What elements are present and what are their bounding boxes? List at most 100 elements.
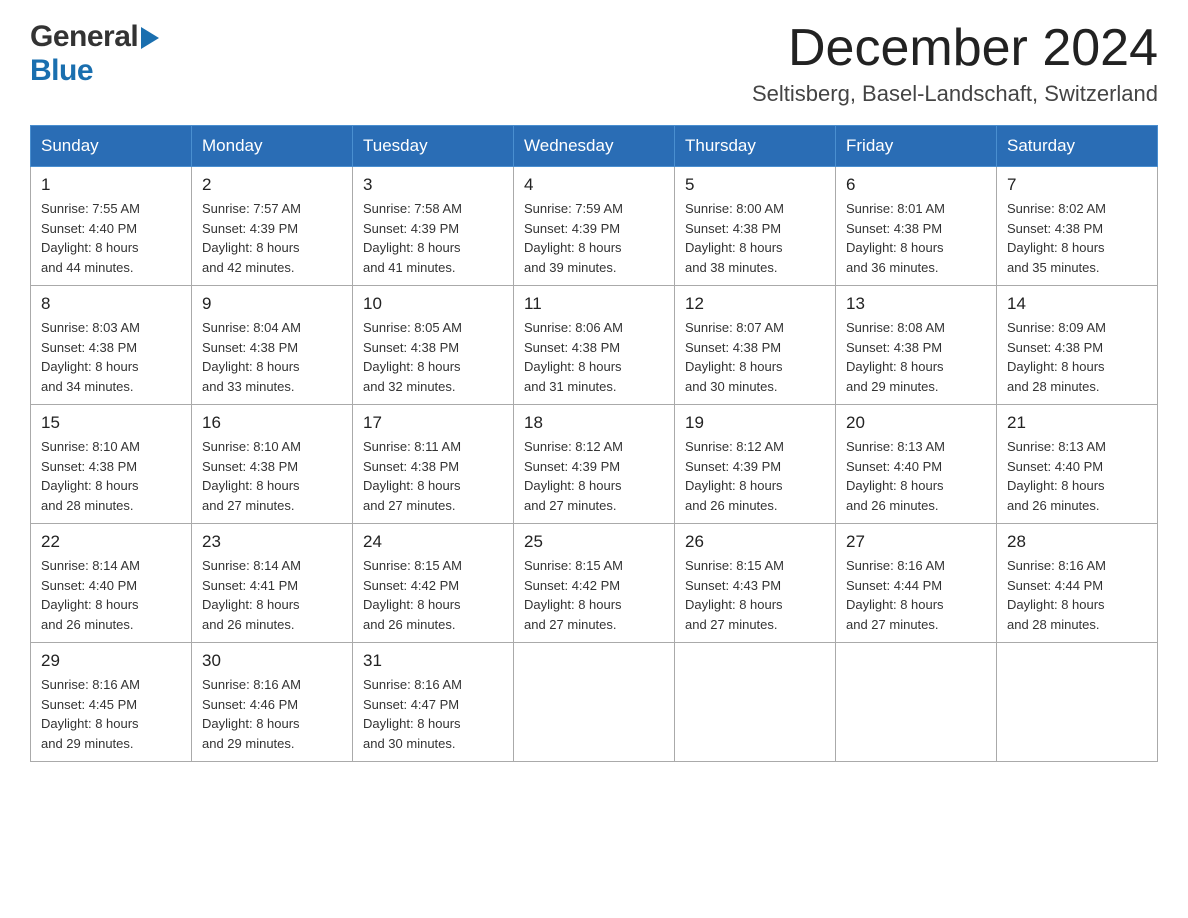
- day-info: Sunrise: 8:04 AMSunset: 4:38 PMDaylight:…: [202, 318, 342, 396]
- location-title: Seltisberg, Basel-Landschaft, Switzerlan…: [752, 81, 1158, 107]
- day-info: Sunrise: 8:01 AMSunset: 4:38 PMDaylight:…: [846, 199, 986, 277]
- day-number: 30: [202, 651, 342, 671]
- day-info: Sunrise: 8:08 AMSunset: 4:38 PMDaylight:…: [846, 318, 986, 396]
- day-number: 10: [363, 294, 503, 314]
- page-header: General Blue December 2024 Seltisberg, B…: [30, 20, 1158, 107]
- day-info: Sunrise: 7:58 AMSunset: 4:39 PMDaylight:…: [363, 199, 503, 277]
- month-title: December 2024: [752, 20, 1158, 77]
- day-number: 7: [1007, 175, 1147, 195]
- calendar-day-cell: 26Sunrise: 8:15 AMSunset: 4:43 PMDayligh…: [675, 524, 836, 643]
- calendar-day-cell: 20 Sunrise: 8:13 AMSunset: 4:40 PMDayligh…: [836, 405, 997, 524]
- day-info: Sunrise: 8:16 AMSunset: 4:46 PMDaylight:…: [202, 675, 342, 753]
- day-number: 21: [1007, 413, 1147, 433]
- logo-general-text: General: [30, 20, 138, 54]
- day-number: 25: [524, 532, 664, 552]
- day-number: 1: [41, 175, 181, 195]
- day-number: 8: [41, 294, 181, 314]
- calendar-body: 1 Sunrise: 7:55 AMSunset: 4:40 PMDaylight…: [31, 167, 1158, 762]
- calendar-day-cell: 27 Sunrise: 8:16 AMSunset: 4:44 PMDayligh…: [836, 524, 997, 643]
- day-info: Sunrise: 8:06 AMSunset: 4:38 PMDaylight:…: [524, 318, 664, 396]
- day-number: 3: [363, 175, 503, 195]
- day-of-week-header: Monday: [192, 126, 353, 167]
- calendar-day-cell: 10 Sunrise: 8:05 AMSunset: 4:38 PMDayligh…: [353, 286, 514, 405]
- calendar-header: SundayMondayTuesdayWednesdayThursdayFrid…: [31, 126, 1158, 167]
- day-number: 24: [363, 532, 503, 552]
- calendar-day-cell: 5Sunrise: 8:00 AMSunset: 4:38 PMDaylight…: [675, 167, 836, 286]
- day-of-week-header: Wednesday: [514, 126, 675, 167]
- calendar-day-cell: [514, 643, 675, 762]
- day-info: Sunrise: 8:11 AMSunset: 4:38 PMDaylight:…: [363, 437, 503, 515]
- logo-blue-text: Blue: [30, 54, 93, 87]
- day-info: Sunrise: 8:15 AMSunset: 4:42 PMDaylight:…: [363, 556, 503, 634]
- calendar-day-cell: 15 Sunrise: 8:10 AMSunset: 4:38 PMDayligh…: [31, 405, 192, 524]
- day-number: 29: [41, 651, 181, 671]
- day-info: Sunrise: 8:05 AMSunset: 4:38 PMDaylight:…: [363, 318, 503, 396]
- day-number: 16: [202, 413, 342, 433]
- day-number: 12: [685, 294, 825, 314]
- calendar-day-cell: 21 Sunrise: 8:13 AMSunset: 4:40 PMDayligh…: [997, 405, 1158, 524]
- day-of-week-header: Thursday: [675, 126, 836, 167]
- calendar-week-row: 1 Sunrise: 7:55 AMSunset: 4:40 PMDaylight…: [31, 167, 1158, 286]
- day-info: Sunrise: 7:57 AMSunset: 4:39 PMDaylight:…: [202, 199, 342, 277]
- day-of-week-header: Sunday: [31, 126, 192, 167]
- day-info: Sunrise: 8:07 AMSunset: 4:38 PMDaylight:…: [685, 318, 825, 396]
- calendar-day-cell: 11 Sunrise: 8:06 AMSunset: 4:38 PMDayligh…: [514, 286, 675, 405]
- day-number: 22: [41, 532, 181, 552]
- calendar-day-cell: 19Sunrise: 8:12 AMSunset: 4:39 PMDayligh…: [675, 405, 836, 524]
- calendar-day-cell: [836, 643, 997, 762]
- calendar-day-cell: 22Sunrise: 8:14 AMSunset: 4:40 PMDayligh…: [31, 524, 192, 643]
- day-number: 17: [363, 413, 503, 433]
- calendar-week-row: 29Sunrise: 8:16 AMSunset: 4:45 PMDayligh…: [31, 643, 1158, 762]
- day-number: 13: [846, 294, 986, 314]
- day-info: Sunrise: 8:12 AMSunset: 4:39 PMDaylight:…: [524, 437, 664, 515]
- day-info: Sunrise: 8:16 AMSunset: 4:44 PMDaylight:…: [846, 556, 986, 634]
- calendar-day-cell: 28 Sunrise: 8:16 AMSunset: 4:44 PMDayligh…: [997, 524, 1158, 643]
- day-number: 15: [41, 413, 181, 433]
- calendar-day-cell: 14Sunrise: 8:09 AMSunset: 4:38 PMDayligh…: [997, 286, 1158, 405]
- day-info: Sunrise: 7:59 AMSunset: 4:39 PMDaylight:…: [524, 199, 664, 277]
- calendar-day-cell: 6Sunrise: 8:01 AMSunset: 4:38 PMDaylight…: [836, 167, 997, 286]
- calendar-day-cell: 25 Sunrise: 8:15 AMSunset: 4:42 PMDayligh…: [514, 524, 675, 643]
- day-number: 27: [846, 532, 986, 552]
- day-info: Sunrise: 8:10 AMSunset: 4:38 PMDaylight:…: [41, 437, 181, 515]
- day-info: Sunrise: 8:15 AMSunset: 4:42 PMDaylight:…: [524, 556, 664, 634]
- day-info: Sunrise: 8:13 AMSunset: 4:40 PMDaylight:…: [1007, 437, 1147, 515]
- day-number: 31: [363, 651, 503, 671]
- day-number: 18: [524, 413, 664, 433]
- day-number: 23: [202, 532, 342, 552]
- day-info: Sunrise: 8:03 AMSunset: 4:38 PMDaylight:…: [41, 318, 181, 396]
- calendar-day-cell: 1 Sunrise: 7:55 AMSunset: 4:40 PMDaylight…: [31, 167, 192, 286]
- day-number: 14: [1007, 294, 1147, 314]
- calendar-day-cell: [675, 643, 836, 762]
- day-number: 5: [685, 175, 825, 195]
- day-number: 2: [202, 175, 342, 195]
- calendar-day-cell: 16 Sunrise: 8:10 AMSunset: 4:38 PMDayligh…: [192, 405, 353, 524]
- calendar-day-cell: 12 Sunrise: 8:07 AMSunset: 4:38 PMDayligh…: [675, 286, 836, 405]
- day-number: 19: [685, 413, 825, 433]
- calendar-day-cell: 4 Sunrise: 7:59 AMSunset: 4:39 PMDaylight…: [514, 167, 675, 286]
- calendar-day-cell: 7Sunrise: 8:02 AMSunset: 4:38 PMDaylight…: [997, 167, 1158, 286]
- day-info: Sunrise: 8:16 AMSunset: 4:44 PMDaylight:…: [1007, 556, 1147, 634]
- day-number: 11: [524, 294, 664, 314]
- calendar-day-cell: 31Sunrise: 8:16 AMSunset: 4:47 PMDayligh…: [353, 643, 514, 762]
- day-info: Sunrise: 8:15 AMSunset: 4:43 PMDaylight:…: [685, 556, 825, 634]
- calendar-day-cell: 29Sunrise: 8:16 AMSunset: 4:45 PMDayligh…: [31, 643, 192, 762]
- calendar-day-cell: 23Sunrise: 8:14 AMSunset: 4:41 PMDayligh…: [192, 524, 353, 643]
- logo-triangle-icon: [141, 27, 159, 49]
- calendar-day-cell: 24 Sunrise: 8:15 AMSunset: 4:42 PMDayligh…: [353, 524, 514, 643]
- calendar-table: SundayMondayTuesdayWednesdayThursdayFrid…: [30, 125, 1158, 762]
- calendar-day-cell: 30 Sunrise: 8:16 AMSunset: 4:46 PMDayligh…: [192, 643, 353, 762]
- day-info: Sunrise: 8:10 AMSunset: 4:38 PMDaylight:…: [202, 437, 342, 515]
- day-of-week-header: Saturday: [997, 126, 1158, 167]
- calendar-week-row: 22Sunrise: 8:14 AMSunset: 4:40 PMDayligh…: [31, 524, 1158, 643]
- day-number: 20: [846, 413, 986, 433]
- calendar-day-cell: 17 Sunrise: 8:11 AMSunset: 4:38 PMDayligh…: [353, 405, 514, 524]
- calendar-day-cell: 2 Sunrise: 7:57 AMSunset: 4:39 PMDaylight…: [192, 167, 353, 286]
- calendar-day-cell: 3 Sunrise: 7:58 AMSunset: 4:39 PMDaylight…: [353, 167, 514, 286]
- day-info: Sunrise: 7:55 AMSunset: 4:40 PMDaylight:…: [41, 199, 181, 277]
- day-number: 9: [202, 294, 342, 314]
- day-number: 28: [1007, 532, 1147, 552]
- day-number: 4: [524, 175, 664, 195]
- calendar-day-cell: 18 Sunrise: 8:12 AMSunset: 4:39 PMDayligh…: [514, 405, 675, 524]
- day-info: Sunrise: 8:13 AMSunset: 4:40 PMDaylight:…: [846, 437, 986, 515]
